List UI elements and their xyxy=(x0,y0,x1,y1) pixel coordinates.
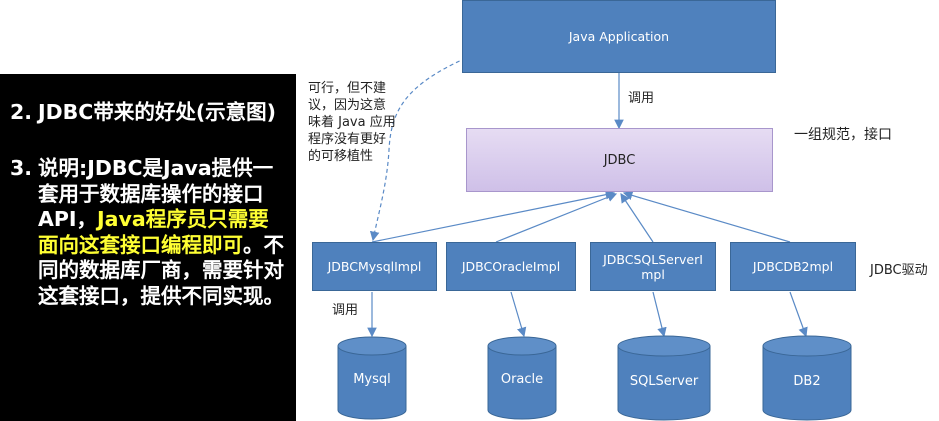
call-label-bottom: 调用 xyxy=(332,303,359,318)
oracle-impl-to-jdbc-arrow xyxy=(495,192,618,243)
db2-db-label: DB2 xyxy=(793,374,821,389)
sqlserver-impl-to-db-arrow xyxy=(652,291,667,338)
portability-note: 可行，但不建 议，因为这意 味着 Java 应用 程序没有更好 的可移植性 xyxy=(308,80,396,165)
java-application-box: Java Application xyxy=(462,0,776,73)
note-line: 可行，但不建 xyxy=(308,81,387,96)
db2-impl-box: JDBCDB2mpl xyxy=(730,242,856,291)
note-line: 味着 Java 应用 xyxy=(308,115,396,130)
note-line: 程序没有更好 xyxy=(308,132,387,147)
driver-label: JDBC驱动 xyxy=(870,263,928,278)
point-2-text: JDBC带来的好处(示意图) xyxy=(38,100,277,124)
oracle-impl-box: JDBCOracleImpl xyxy=(446,242,576,291)
jdbc-box: JDBC xyxy=(466,128,773,192)
jdbc-diagram: Java Application JDBC JDBCMysqlImpl JDBC… xyxy=(296,0,939,421)
point-3-number: 3. xyxy=(10,156,33,180)
note-line: 的可移植性 xyxy=(308,149,374,164)
point-2: 2. JDBC带来的好处(示意图) xyxy=(10,100,290,126)
db2-impl-to-db-arrow xyxy=(789,291,808,338)
sqlserver-impl-box: JDBCSQLServerImpl xyxy=(590,242,716,291)
oracle-db-label: Oracle xyxy=(500,372,544,387)
point-3-text: 说明:JDBC是Java提供一套用于数据库操作的接口API，Java程序员只需要… xyxy=(10,156,288,309)
decorative-corner-arc xyxy=(927,0,939,22)
mysql-db-label: Mysql xyxy=(353,372,391,387)
interface-label: 一组规范，接口 xyxy=(794,127,892,143)
mysql-impl-to-jdbc-arrow xyxy=(371,189,616,243)
point-3: 3. 说明:JDBC是Java提供一套用于数据库操作的接口API，Java程序员… xyxy=(10,156,288,309)
sqlserver-impl-to-jdbc-arrow xyxy=(620,193,654,243)
explanation-panel: 2. JDBC带来的好处(示意图) 3. 说明:JDBC是Java提供一套用于数… xyxy=(0,74,296,421)
sqlserver-db-label: SQLServer xyxy=(629,374,699,389)
db2-impl-to-jdbc-arrow xyxy=(622,190,791,243)
point-2-number: 2. xyxy=(10,100,33,124)
note-line: 议，因为这意 xyxy=(308,98,387,113)
mysql-impl-box: JDBCMysqlImpl xyxy=(312,242,437,291)
call-label-top: 调用 xyxy=(628,91,655,106)
oracle-impl-to-db-arrow xyxy=(510,291,527,338)
